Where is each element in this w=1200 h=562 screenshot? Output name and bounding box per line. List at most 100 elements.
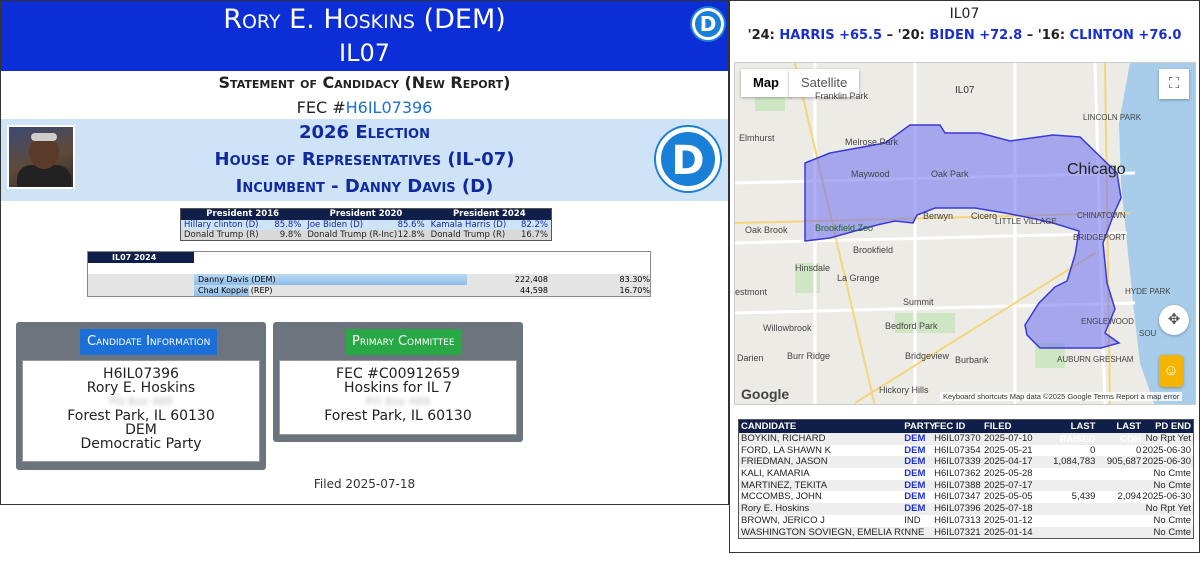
primary-committee-card: Primary Committee FEC #C00912659 Hoskins… — [273, 322, 523, 442]
col-party: PARTY — [904, 421, 936, 432]
candidate-name: Rory E. Hoskins (DEM) — [223, 4, 506, 35]
result-votes: 44,598 — [520, 286, 548, 295]
cand-fec-id: H6IL07339 — [934, 456, 981, 468]
map-label: HYDE PARK — [1125, 287, 1171, 296]
map-label: Hinsdale — [795, 263, 831, 273]
result-pct: 16.70% — [619, 286, 650, 295]
map-view-tab[interactable]: Map — [741, 69, 791, 97]
presidential-dem-row: Hillary clinton (D) 85.8% Joe Biden (D) 85… — [181, 220, 551, 230]
cand-name: MARTINEZ, TEKITA — [741, 479, 828, 491]
cand-pd-end: 2025-06-30 — [1142, 491, 1192, 503]
pres-cand: Joe Biden (D) — [307, 220, 364, 230]
result-name: Chad Koppie (REP) — [198, 286, 273, 295]
candidate-info-card: Candidate Information H6IL07396 Rory E. … — [16, 322, 266, 470]
cand-raised: 0 — [1090, 444, 1096, 456]
map-label: Berwyn — [923, 211, 954, 221]
cand-filed: 2025-01-14 — [983, 526, 1033, 538]
table-row[interactable]: FORD, LA SHAWN K DEM H6IL07354 2025-05-21 0 0… — [739, 444, 1193, 457]
map-attribution[interactable]: Keyboard shortcuts Map data ©2025 Google… — [940, 392, 1183, 401]
pres-cand: Donald Trump (R-Inc) — [307, 230, 398, 240]
candidate-info-body: H6IL07396 Rory E. Hoskins PO Box 489 For… — [22, 360, 260, 462]
result-pct: 83.30% — [619, 275, 650, 284]
democrat-logo-icon: D — [692, 8, 724, 40]
result-name: Danny Davis (DEM) — [198, 275, 276, 284]
primary-committee-button[interactable]: Primary Committee — [345, 329, 462, 355]
col-last-coh: LAST COH — [1116, 421, 1142, 445]
cand-raised — [1040, 468, 1096, 480]
map-label: Hickory Hills — [879, 385, 929, 395]
candidates-header-row: CANDIDATE PARTY FEC ID FILED LAST RAISED… — [739, 420, 1193, 445]
map-label: Maywood — [851, 169, 890, 179]
map-label: SOU — [1139, 329, 1157, 338]
district-results-table: IL07 2024 Danny Davis (DEM) 222,408 83.3… — [87, 251, 651, 297]
committee-address-blurred: PO Box 489 — [366, 395, 430, 408]
cand-party: DEM — [904, 503, 926, 515]
map-label: Oak Park — [931, 169, 969, 179]
table-row[interactable]: MCCOMBS, JOHN DEM H6IL07347 2025-05-05 5,439… — [739, 491, 1193, 504]
fullscreen-icon[interactable]: ⛶ — [1159, 69, 1189, 99]
filed-date: Filed 2025-07-18 — [313, 477, 416, 491]
cand-name: FORD, LA SHAWN K — [741, 444, 831, 456]
map-label: Bedford Park — [885, 321, 938, 331]
table-row[interactable]: WASHINGTON SOVIEGN, EMELIA ROSIENNE H6IL0… — [739, 526, 1193, 539]
pres-pct: 12.8% — [397, 230, 425, 240]
pres-pct: 82.2% — [520, 220, 548, 230]
presidential-rep-row: Donald Trump (R) 9.8% Donald Trump (R-Inc… — [181, 230, 551, 240]
cand-coh — [1095, 468, 1141, 480]
cand-party: NNE — [904, 526, 925, 538]
district-code: IL07 — [339, 39, 390, 67]
result-row: Chad Koppie (REP) 44,598 16.70% — [88, 285, 650, 296]
table-row[interactable]: BROWN, JERICO J IND H6IL07313 2025-01-12 No … — [739, 514, 1193, 527]
cand-fec-id: H6IL07370 — [934, 433, 981, 444]
statement-title: Statement of Candidacy (New Report) — [218, 73, 511, 92]
pegman-icon[interactable]: ☺ — [1159, 355, 1183, 387]
table-row[interactable]: FRIEDMAN, JASON DEM H6IL07339 2025-04-17 1,0… — [739, 456, 1193, 469]
table-row[interactable]: BOYKIN, RICHARD DEM H6IL07370 2025-07-10 No … — [739, 433, 1193, 445]
google-map[interactable]: Map Satellite ⛶ ✥ ☺ IL07 Chicago Elmhurs… — [734, 62, 1196, 405]
cand-filed: 2025-07-10 — [983, 433, 1033, 444]
candidates-table: CANDIDATE PARTY FEC ID FILED LAST RAISED… — [738, 419, 1194, 540]
cand-coh: 0 — [1135, 444, 1142, 456]
map-label: Brookfield Zoo — [815, 223, 874, 233]
table-row[interactable]: MARTINEZ, TEKITA DEM H6IL07388 2025-07-17 No… — [739, 479, 1193, 492]
cand-pd-end: 2025-06-30 — [1142, 444, 1192, 456]
pres-pct: 85.6% — [397, 220, 425, 230]
pres-header-2016: President 2016 — [206, 209, 280, 219]
cand-name: KALI, KAMARIA — [741, 468, 810, 480]
cand-party: IND — [904, 514, 921, 526]
pres-pct: 85.8% — [274, 220, 302, 230]
results-title: IL07 2024 — [88, 252, 194, 263]
table-row[interactable]: Rory E. Hoskins DEM H6IL07396 2025-07-18 No … — [739, 503, 1193, 515]
election-title: 2026 Election — [298, 122, 430, 143]
pan-control-icon[interactable]: ✥ — [1159, 305, 1189, 335]
cand-pd-end: No Cmte — [1153, 479, 1192, 491]
map-label-chicago: Chicago — [1067, 161, 1126, 178]
pres-pct: 16.7% — [520, 230, 548, 240]
cand-name: BROWN, JERICO J — [741, 514, 825, 526]
map-label: Franklin Park — [815, 91, 869, 101]
cand-name: WASHINGTON SOVIEGN, EMELIA ROSIE — [741, 526, 904, 538]
map-label: estmont — [735, 287, 768, 297]
presidential-header-row: President 2016 President 2020 President … — [181, 209, 551, 220]
cand-coh — [1095, 503, 1141, 515]
cand-coh: 2,094 — [1117, 491, 1142, 503]
candidate-info-button[interactable]: Candidate Information — [80, 329, 218, 355]
pres-cand: Donald Trump (R) — [430, 230, 506, 240]
info-fec-id: H6IL07396 — [103, 366, 179, 382]
cand-pd-end: No Cmte — [1153, 526, 1192, 538]
cand-party: DEM — [904, 433, 926, 444]
header-banner: Rory E. Hoskins (DEM) IL07 D — [1, 1, 728, 71]
committee-name: Hoskins for IL 7 — [344, 380, 452, 396]
cand-raised — [1040, 527, 1096, 539]
map-label: Oak Brook — [745, 225, 788, 235]
cand-coh — [1095, 527, 1141, 539]
fec-id-link[interactable]: H6IL07396 — [346, 98, 433, 117]
candidate-card-panel: Rory E. Hoskins (DEM) IL07 D Statement o… — [0, 0, 729, 505]
table-row[interactable]: KALI, KAMARIA DEM H6IL07362 2025-05-28 No Cm… — [739, 468, 1193, 480]
map-label: Bridgeview — [905, 351, 950, 361]
district-title: IL07 — [949, 6, 980, 22]
pres-pct: 9.8% — [279, 230, 302, 240]
map-label: CHINATOWN — [1077, 211, 1126, 220]
cand-filed: 2025-01-12 — [983, 514, 1033, 526]
cand-raised — [1040, 515, 1096, 527]
